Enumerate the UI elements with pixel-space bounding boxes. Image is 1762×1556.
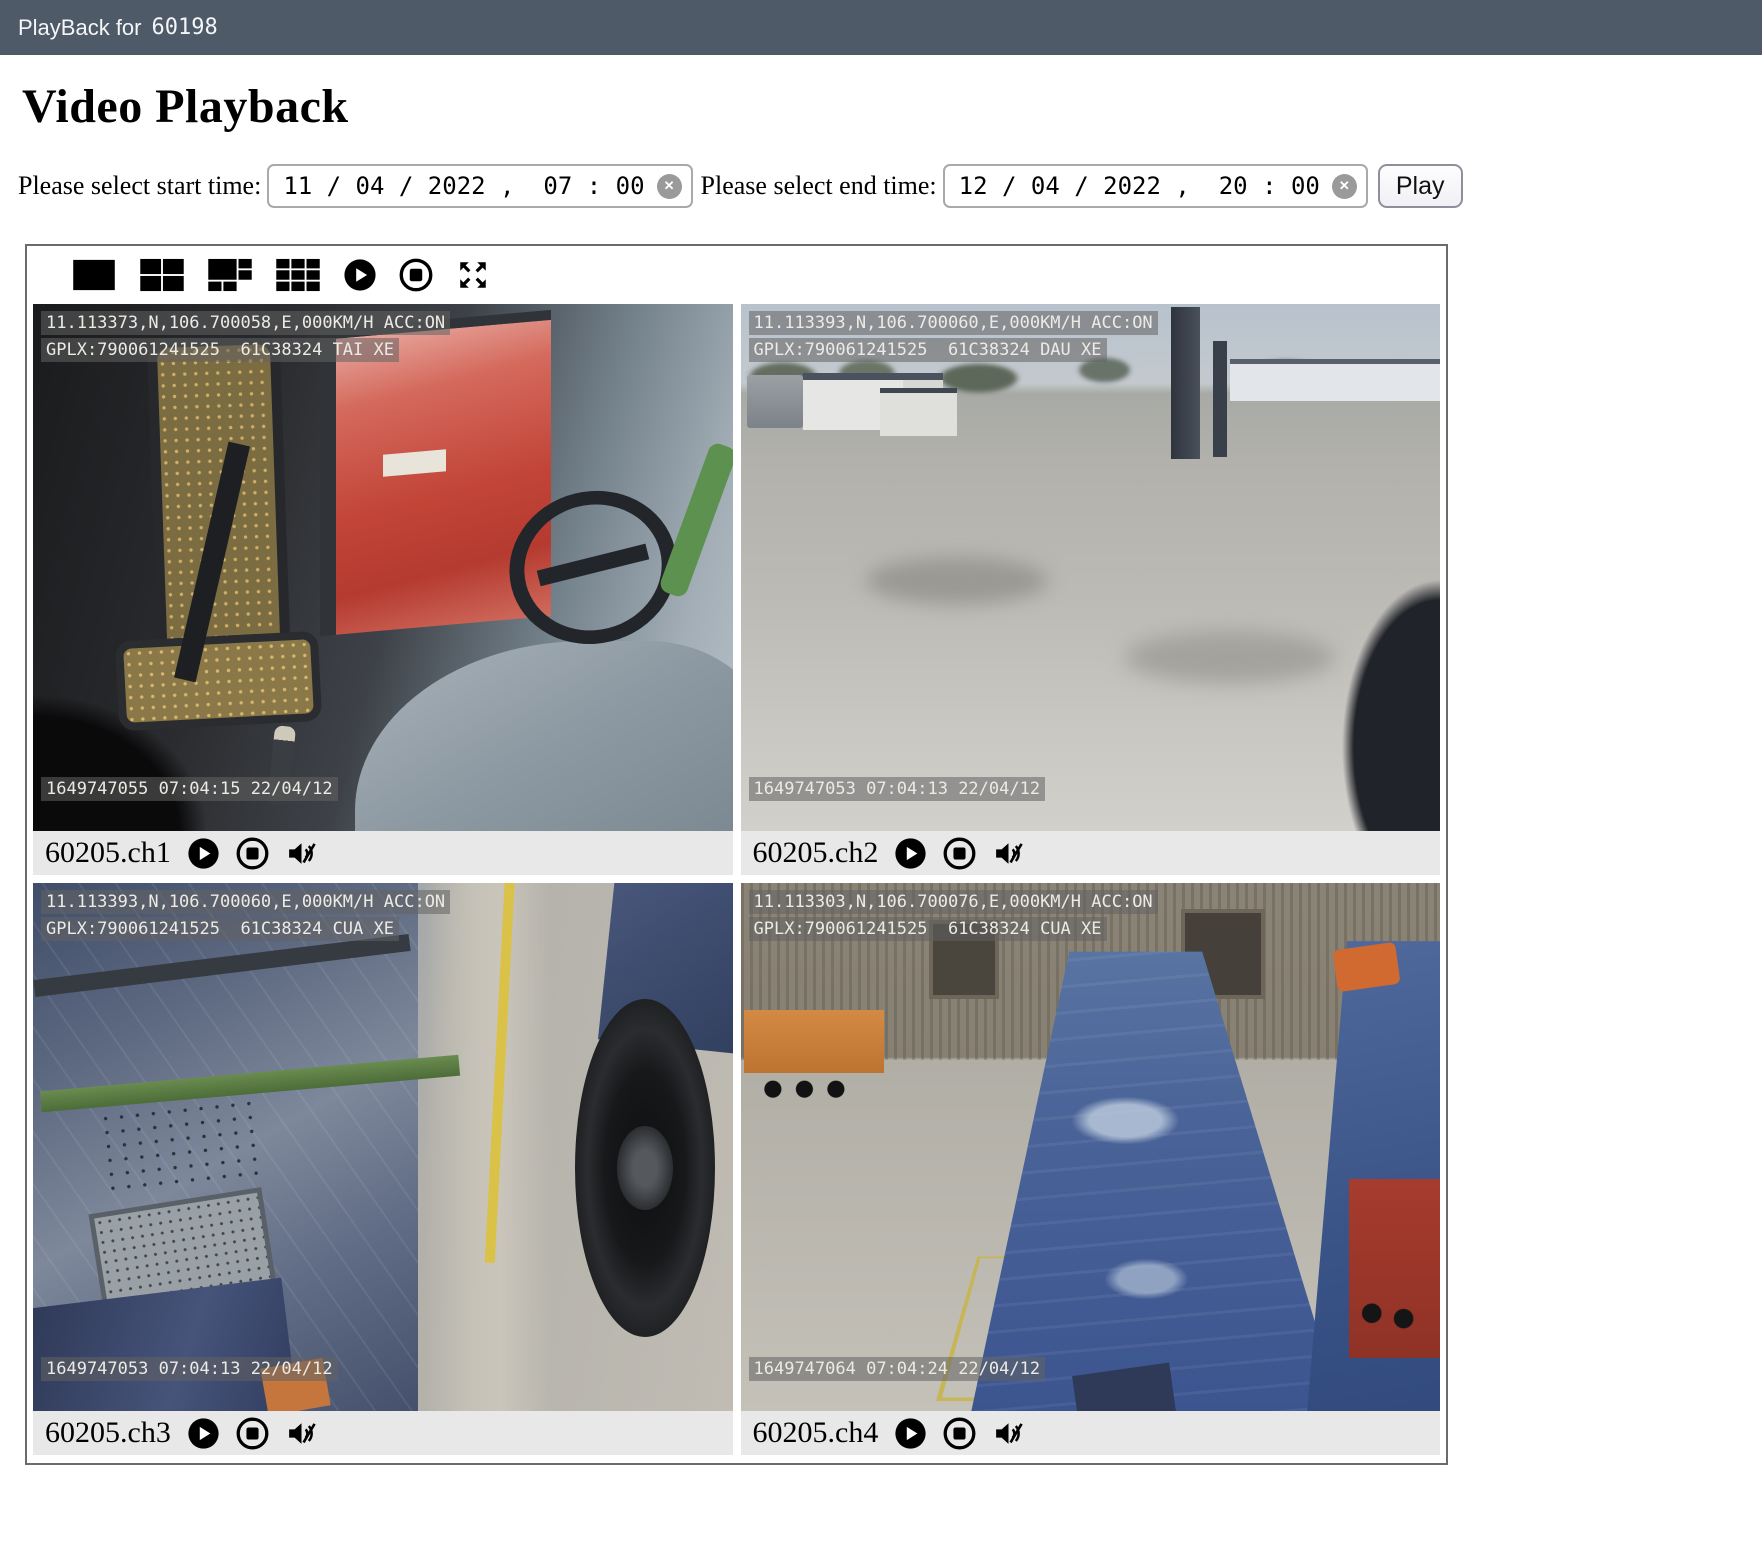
channel-mute-icon[interactable]: [285, 1417, 318, 1450]
cab-strap-art: [657, 441, 732, 599]
flatbed-wheels-art: [754, 1068, 880, 1116]
end-time-label: Please select end time:: [701, 171, 937, 201]
channel-label-ch2: 60205.ch2: [753, 836, 879, 870]
window-titlebar: PlayBack for 60198: [0, 0, 1762, 55]
end-time-value[interactable]: 12 / 04 / 2022 , 20 : 00: [959, 172, 1320, 200]
gps-overlay-ch4: 11.113303,N,106.700076,E,000KM/H ACC:ON …: [749, 890, 1158, 941]
channel-stop-icon[interactable]: [943, 1417, 976, 1450]
video-frame-ch2[interactable]: 11.113393,N,106.700060,E,000KM/H ACC:ON …: [741, 304, 1441, 831]
channel-bar-ch4: 60205.ch4: [741, 1411, 1441, 1455]
gps-line1: 11.113393,N,106.700060,E,000KM/H ACC:ON: [41, 890, 450, 914]
stop-all-icon[interactable]: [399, 258, 433, 292]
channel-stop-icon[interactable]: [236, 1417, 269, 1450]
cab-seat-art: [115, 631, 322, 731]
gps-overlay-ch1: 11.113373,N,106.700058,E,000KM/H ACC:ON …: [41, 311, 450, 362]
yard-stain-art: [1125, 631, 1335, 684]
timestamp-text: 1649747053 07:04:13 22/04/12: [41, 1357, 338, 1381]
channel-label-ch4: 60205.ch4: [753, 1416, 879, 1450]
player-toolbar: [33, 246, 1440, 304]
yard-gate-pillar-art: [1171, 307, 1200, 460]
gps-overlay-ch3: 11.113393,N,106.700060,E,000KM/H ACC:ON …: [41, 890, 450, 941]
single-view-layout-icon[interactable]: [71, 258, 117, 292]
video-frame-ch1[interactable]: 11.113373,N,106.700058,E,000KM/H ACC:ON …: [33, 304, 733, 831]
video-frame-ch4[interactable]: 11.113303,N,106.700076,E,000KM/H ACC:ON …: [741, 883, 1441, 1411]
yard-figure-art: [1335, 568, 1440, 832]
clear-end-time-icon[interactable]: ✕: [1332, 174, 1357, 199]
quad-view-layout-icon[interactable]: [139, 258, 185, 292]
play-all-icon[interactable]: [343, 258, 377, 292]
start-time-input[interactable]: 11 / 04 / 2022 , 07 : 00 ✕: [267, 164, 692, 208]
fullscreen-icon[interactable]: [455, 258, 491, 292]
tire-hub-art: [617, 1126, 673, 1210]
gps-line2: GPLX:790061241525 61C38324 CUA XE: [41, 917, 399, 941]
device-id: 60198: [152, 15, 218, 40]
page-title: Video Playback: [22, 79, 1762, 134]
timestamp-text: 1649747064 07:04:24 22/04/12: [749, 1357, 1046, 1381]
start-time-value[interactable]: 11 / 04 / 2022 , 07 : 00: [283, 172, 644, 200]
channel-stop-icon[interactable]: [236, 837, 269, 870]
yard-truck-art: [747, 375, 803, 428]
six-view-layout-icon[interactable]: [207, 258, 253, 292]
timestamp-overlay-ch4: 1649747064 07:04:24 22/04/12: [749, 1357, 1046, 1381]
titlebar-text: PlayBack for: [18, 15, 142, 41]
channel-cell-ch2: 11.113393,N,106.700060,E,000KM/H ACC:ON …: [741, 304, 1441, 875]
yard-guardhouse-art: [880, 388, 957, 435]
timestamp-overlay-ch2: 1649747053 07:04:13 22/04/12: [749, 777, 1046, 801]
clear-start-time-icon[interactable]: ✕: [657, 174, 682, 199]
channel-play-icon[interactable]: [894, 837, 927, 870]
channel-bar-ch1: 60205.ch1: [33, 831, 733, 875]
channel-play-icon[interactable]: [187, 1417, 220, 1450]
timestamp-text: 1649747053 07:04:13 22/04/12: [749, 777, 1046, 801]
gps-line1: 11.113373,N,106.700058,E,000KM/H ACC:ON: [41, 311, 450, 335]
channel-bar-ch2: 60205.ch2: [741, 831, 1441, 875]
gps-line2: GPLX:790061241525 61C38324 TAI XE: [41, 338, 399, 362]
timestamp-overlay-ch1: 1649747055 07:04:15 22/04/12: [41, 777, 338, 801]
yard-gate-post-art: [1213, 341, 1227, 457]
channel-play-icon[interactable]: [187, 837, 220, 870]
channel-mute-icon[interactable]: [992, 837, 1025, 870]
channel-label-ch1: 60205.ch1: [45, 836, 171, 870]
channel-label-ch3: 60205.ch3: [45, 1416, 171, 1450]
timestamp-text: 1649747055 07:04:15 22/04/12: [41, 777, 338, 801]
channel-cell-ch3: 11.113393,N,106.700060,E,000KM/H ACC:ON …: [33, 883, 733, 1455]
channel-cell-ch4: 11.113303,N,106.700076,E,000KM/H ACC:ON …: [741, 883, 1441, 1455]
yard-wall-art: [1230, 359, 1440, 401]
channel-mute-icon[interactable]: [992, 1417, 1025, 1450]
gps-overlay-ch2: 11.113393,N,106.700060,E,000KM/H ACC:ON …: [749, 311, 1158, 362]
gps-line2: GPLX:790061241525 61C38324 DAU XE: [749, 338, 1107, 362]
chain-hooks-art: [99, 1097, 261, 1197]
timestamp-overlay-ch3: 1649747053 07:04:13 22/04/12: [41, 1357, 338, 1381]
end-time-input[interactable]: 12 / 04 / 2022 , 20 : 00 ✕: [943, 164, 1368, 208]
nine-view-layout-icon[interactable]: [275, 258, 321, 292]
player-container: 11.113373,N,106.700058,E,000KM/H ACC:ON …: [25, 244, 1448, 1465]
concrete-strip-art: [425, 883, 551, 1411]
video-grid: 11.113373,N,106.700058,E,000KM/H ACC:ON …: [33, 304, 1440, 1455]
gps-line1: 11.113393,N,106.700060,E,000KM/H ACC:ON: [749, 311, 1158, 335]
channel-cell-ch1: 11.113373,N,106.700058,E,000KM/H ACC:ON …: [33, 304, 733, 875]
video-frame-ch3[interactable]: 11.113393,N,106.700060,E,000KM/H ACC:ON …: [33, 883, 733, 1411]
cab-dashboard-art: [355, 641, 733, 831]
channel-play-icon[interactable]: [894, 1417, 927, 1450]
red-chassis-art: [1349, 1179, 1440, 1359]
orange-flatbed-art: [744, 1010, 884, 1073]
channel-bar-ch3: 60205.ch3: [33, 1411, 733, 1455]
start-time-label: Please select start time:: [18, 171, 261, 201]
channel-mute-icon[interactable]: [285, 837, 318, 870]
channel-stop-icon[interactable]: [943, 837, 976, 870]
time-range-form: Please select start time: 11 / 04 / 2022…: [16, 164, 1762, 208]
gps-line1: 11.113303,N,106.700076,E,000KM/H ACC:ON: [749, 890, 1158, 914]
gps-line2: GPLX:790061241525 61C38324 CUA XE: [749, 917, 1107, 941]
play-button[interactable]: Play: [1378, 164, 1463, 208]
yard-stain-art: [866, 557, 1048, 604]
